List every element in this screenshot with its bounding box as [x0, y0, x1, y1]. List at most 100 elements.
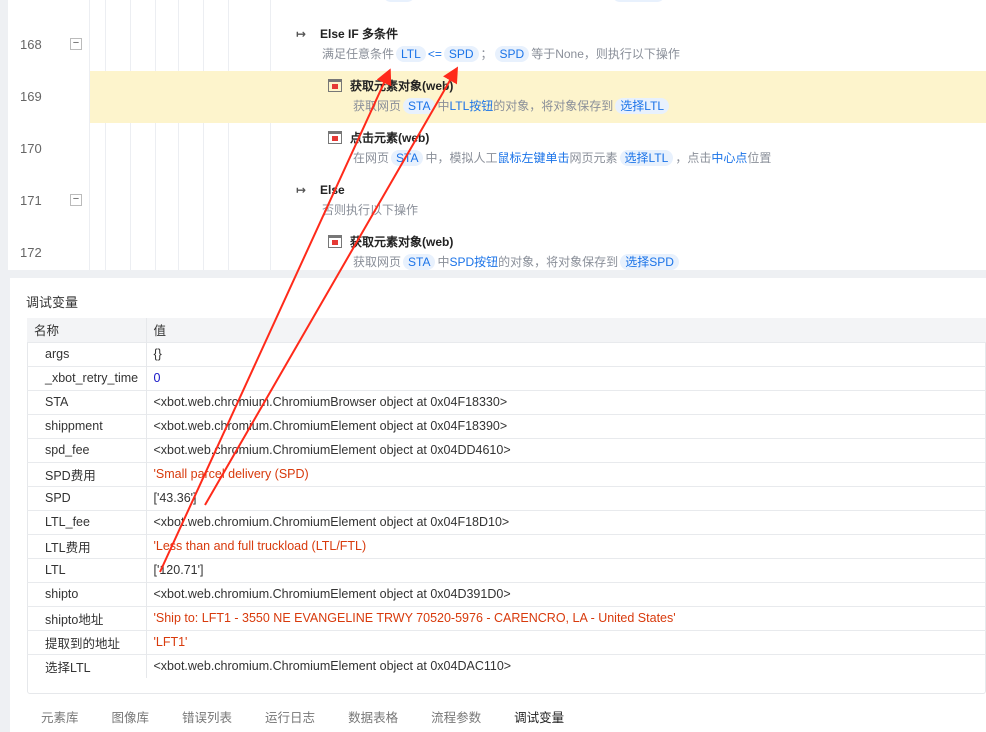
description-text: ，点击	[675, 151, 712, 165]
variable-row[interactable]: shipto地址 'Ship to: LFT1 - 3550 NE EVANGEL…	[27, 605, 986, 630]
icon-mark	[332, 84, 338, 89]
icon-mark	[332, 240, 338, 245]
variable-row[interactable]: args{}	[27, 341, 986, 366]
description-text: SPD按钮	[449, 255, 499, 269]
description-text: 中	[437, 255, 450, 269]
flow-step[interactable]: 获取元素对象(web) 获取网页 STA 中LTL按钮的对象，将对象保存到 选择LTL	[328, 76, 671, 116]
step-description: 否则执行以下操作	[296, 200, 418, 220]
variable-name: LTL费用	[27, 533, 147, 558]
variable-row[interactable]: _xbot_retry_time 0	[27, 365, 986, 390]
variable-tag[interactable]: SPD	[443, 46, 479, 62]
variable-value: 'Small parcel delivery (SPD)	[146, 461, 986, 486]
description-text: 获取网页	[353, 255, 402, 269]
variable-tag[interactable]: LTL	[396, 46, 426, 62]
variable-row[interactable]: 提取到的地址 'LFT1'	[27, 629, 986, 654]
description-text: 的对象，将对象保存到	[493, 99, 614, 113]
description-text: 中，模拟人工	[417, 0, 489, 1]
flow-step[interactable]: ↦ Else IF 多条件 满足任意条件 LTL <= SPD； SPD 等于None，则执行…	[296, 24, 680, 64]
step-description: 在网页STA中，模拟人工鼠标左键单击网页元素选择LTL，点击中心点位置	[328, 148, 771, 168]
variable-name: SPD费用	[27, 461, 147, 486]
description-text: <=	[427, 47, 442, 61]
variable-tag[interactable]: 选择LTL	[619, 150, 674, 166]
get-element-icon	[328, 235, 342, 248]
bottom-tabs: 元素库 图像库 错误列表 运行日志 数据表格 流程参数 调试变量	[41, 707, 597, 726]
description-text: 的对象，将对象保存到	[498, 255, 619, 269]
variable-row[interactable]: STA <xbot.web.chromium.ChromiumBrowser ob…	[27, 389, 986, 414]
step-description: 在网页STA中，模拟人工鼠标左键单击网页元素选择LTL，点击中心点位置	[345, 0, 763, 4]
description-text: 鼠标左键单击	[497, 151, 570, 165]
tab-1[interactable]: 元素库	[41, 707, 79, 726]
variable-tag[interactable]: SPD	[494, 46, 530, 62]
description-text: 中心点	[711, 151, 748, 165]
variable-value: <xbot.web.chromium.ChromiumElement objec…	[146, 653, 986, 678]
step-title-row: 获取元素对象(web)	[328, 76, 671, 96]
step-title: Else IF 多条件	[320, 27, 399, 41]
variable-tag[interactable]: 选择LTL	[611, 0, 666, 2]
variable-name: shipto	[27, 581, 147, 606]
variable-row[interactable]: shipto <xbot.web.chromium.ChromiumElement…	[27, 581, 986, 606]
flow-row[interactable]: 170 点击元素(web) 在网页 STA 中，模拟人工鼠标左键单击网页元素 选择LTL，…	[8, 123, 986, 175]
tab-3[interactable]: 错误列表	[182, 707, 232, 726]
description-text: 网页元素	[562, 0, 610, 1]
else-if-branch-icon: ↦	[296, 27, 307, 41]
tab-6[interactable]: 流程参数	[431, 707, 481, 726]
flow-row[interactable]: 169 获取元素对象(web) 获取网页 STA 中LTL按钮的对象，将对象保存到 选择L…	[8, 71, 986, 123]
tab-2[interactable]: 图像库	[112, 707, 150, 726]
click-element-icon	[328, 131, 342, 144]
description-text: 中心点	[703, 0, 739, 1]
collapse-toggle[interactable]: −	[70, 38, 82, 50]
variable-row[interactable]: LTL_fee <xbot.web.chromium.ChromiumElemen…	[27, 509, 986, 534]
column-header-value: 值	[146, 318, 986, 342]
else-branch-icon: ↦	[296, 183, 307, 197]
description-text: 获取网页	[353, 99, 402, 113]
line-number: 171	[20, 193, 42, 208]
variable-tag[interactable]: STA	[403, 98, 436, 114]
flow-row[interactable]: 172 获取元素对象(web) 获取网页 STA 中SPD按钮的对象，将对象保存到 选择S…	[8, 227, 986, 270]
variable-name: LTL_fee	[27, 509, 147, 534]
variable-row[interactable]: shippment <xbot.web.chromium.ChromiumElem…	[27, 413, 986, 438]
line-number: 170	[20, 141, 42, 156]
flow-row[interactable]: 168− ↦ Else IF 多条件 满足任意条件 LTL <= SPD； SPD 等于None…	[8, 19, 986, 71]
variable-tag[interactable]: STA	[383, 0, 416, 2]
variables-table: 名称 值 args{} _xbot_retry_time 0 STA <xbot.web…	[27, 318, 986, 678]
variable-name: args	[27, 341, 147, 366]
step-title: 点击元素(web)	[350, 131, 430, 145]
variable-name: SPD	[27, 485, 147, 510]
variable-row[interactable]: SPD ['43.36']	[27, 485, 986, 510]
variable-value: ['120.71']	[146, 557, 986, 582]
flow-step[interactable]: 获取元素对象(web) 获取网页 STA 中SPD按钮的对象，将对象保存到 选择SPD	[328, 232, 681, 270]
description-text: ，点击	[667, 0, 703, 1]
description-text: 位置	[739, 0, 763, 1]
variable-name: LTL	[27, 557, 147, 582]
flow-row[interactable]: 171 − ↦ Else 否则执行以下操作	[8, 175, 986, 227]
variable-name: spd_fee	[27, 437, 147, 462]
variable-name: _xbot_retry_time	[27, 365, 147, 390]
partial-step: 在网页STA中，模拟人工鼠标左键单击网页元素选择LTL，点击中心点位置	[345, 0, 763, 4]
variable-row[interactable]: spd_fee <xbot.web.chromium.ChromiumElemen…	[27, 437, 986, 462]
description-text: 等于None，则执行以下操作	[531, 47, 680, 61]
line-number: 172	[20, 245, 42, 260]
icon-mark	[332, 136, 338, 141]
variable-row[interactable]: 选择LTL <xbot.web.chromium.ChromiumElement …	[27, 653, 986, 678]
variable-tag[interactable]: STA	[403, 254, 436, 270]
variable-name: shippment	[27, 413, 147, 438]
variable-tag[interactable]: STA	[391, 150, 424, 166]
variable-row[interactable]: LTL费用 'Less than and full truckload (LTL/…	[27, 533, 986, 558]
variable-value: ['43.36']	[146, 485, 986, 510]
variable-value: <xbot.web.chromium.ChromiumElement objec…	[146, 509, 986, 534]
collapse-toggle[interactable]: −	[70, 194, 82, 206]
variable-row[interactable]: LTL ['120.71']	[27, 557, 986, 582]
tab-5[interactable]: 数据表格	[348, 707, 398, 726]
step-title-row: ↦ Else	[296, 180, 418, 200]
step-description: 获取网页 STA 中SPD按钮的对象，将对象保存到 选择SPD	[328, 252, 681, 270]
flow-step[interactable]: 点击元素(web) 在网页 STA 中，模拟人工鼠标左键单击网页元素 选择LTL ，点击中…	[328, 128, 771, 168]
tab-7[interactable]: 调试变量	[514, 707, 564, 726]
variable-name: 提取到的地址	[27, 629, 147, 654]
description-text: 位置	[747, 151, 772, 165]
variable-row[interactable]: SPD费用 'Small parcel delivery (SPD)	[27, 461, 986, 486]
flow-step[interactable]: ↦ Else 否则执行以下操作	[296, 180, 418, 220]
step-title: 获取元素对象(web)	[350, 235, 454, 249]
variable-tag[interactable]: 选择LTL	[615, 98, 670, 114]
tab-4[interactable]: 运行日志	[265, 707, 315, 726]
variable-tag[interactable]: 选择SPD	[620, 254, 679, 270]
